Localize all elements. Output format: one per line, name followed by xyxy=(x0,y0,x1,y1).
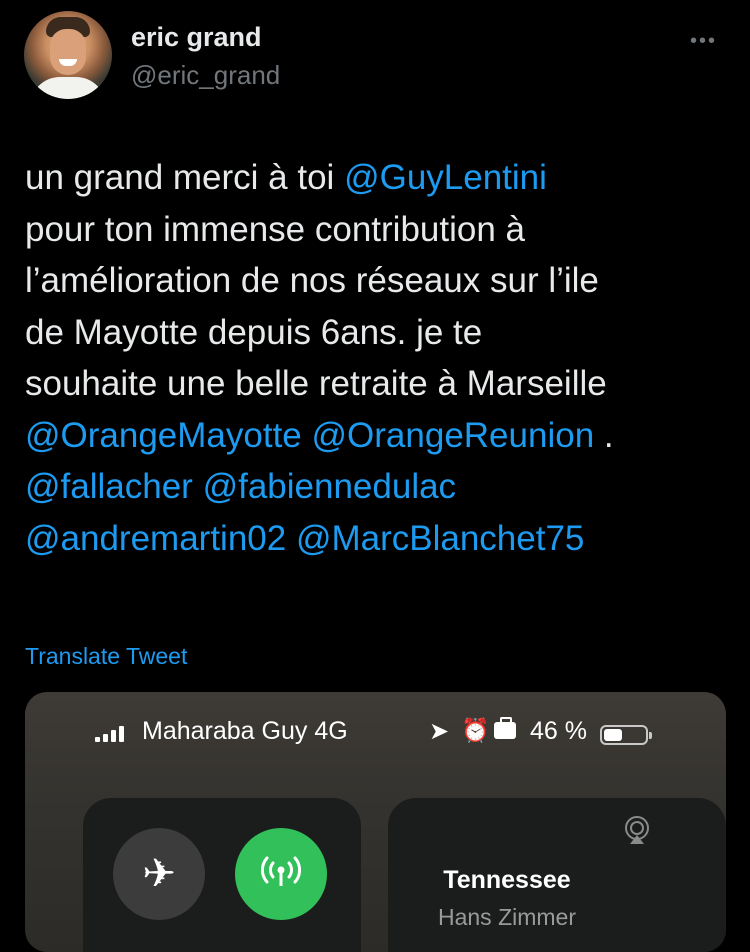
cellular-data-button[interactable] xyxy=(235,828,327,920)
tweet-text-segment: un grand merci à toi xyxy=(25,158,345,197)
tweet-text: un grand merci à toi @GuyLentini pour to… xyxy=(25,152,740,564)
mention-link[interactable]: @OrangeMayotte xyxy=(25,416,302,455)
now-playing-tile[interactable]: Tennessee Hans Zimmer xyxy=(388,798,726,952)
track-title: Tennessee xyxy=(443,866,571,894)
tweet-text-segment: pour ton immense contribution à l’amélio… xyxy=(25,209,607,404)
author-avatar[interactable] xyxy=(24,11,112,99)
mention-link[interactable]: @MarcBlanchet75 xyxy=(296,519,584,558)
airplane-mode-button[interactable]: ✈ xyxy=(113,828,205,920)
airplay-audio-icon[interactable] xyxy=(622,816,652,846)
alarm-icon: ⏰ xyxy=(461,717,490,743)
mention-link[interactable]: @GuyLentini xyxy=(344,158,547,197)
author-handle[interactable]: @eric_grand xyxy=(131,60,280,91)
tweet-text-segment xyxy=(286,519,296,558)
translate-tweet-link[interactable]: Translate Tweet xyxy=(25,643,187,670)
battery-icon xyxy=(600,725,652,745)
location-arrow-icon: ➤ xyxy=(429,718,450,745)
tweet-text-segment xyxy=(302,416,312,455)
attached-screenshot[interactable]: Maharaba Guy 4G ➤ ⏰ 46 % ✈ Tennessee Han… xyxy=(25,692,726,952)
mention-link[interactable]: @OrangeReunion xyxy=(312,416,595,455)
mention-link[interactable]: @fallacher xyxy=(25,467,193,506)
track-artist: Hans Zimmer xyxy=(437,904,576,930)
mention-link[interactable]: @andremartin02 xyxy=(25,519,286,558)
tweet-text-segment: . xyxy=(603,415,614,455)
cellular-antenna-icon xyxy=(261,856,301,886)
more-horizontal-icon[interactable]: ••• xyxy=(690,30,717,53)
connectivity-tile: ✈ xyxy=(83,798,361,952)
carrier-label: Maharaba Guy 4G xyxy=(142,717,348,745)
briefcase-icon xyxy=(494,717,516,739)
mention-link[interactable]: @fabiennedulac xyxy=(203,467,457,506)
signal-icon xyxy=(95,724,127,742)
status-bar: Maharaba Guy 4G ➤ ⏰ 46 % xyxy=(25,712,726,752)
airplane-icon: ✈ xyxy=(142,852,176,896)
battery-percent: 46 % xyxy=(530,717,587,745)
author-name[interactable]: eric grand xyxy=(131,22,262,53)
tweet-text-segment xyxy=(193,467,203,506)
